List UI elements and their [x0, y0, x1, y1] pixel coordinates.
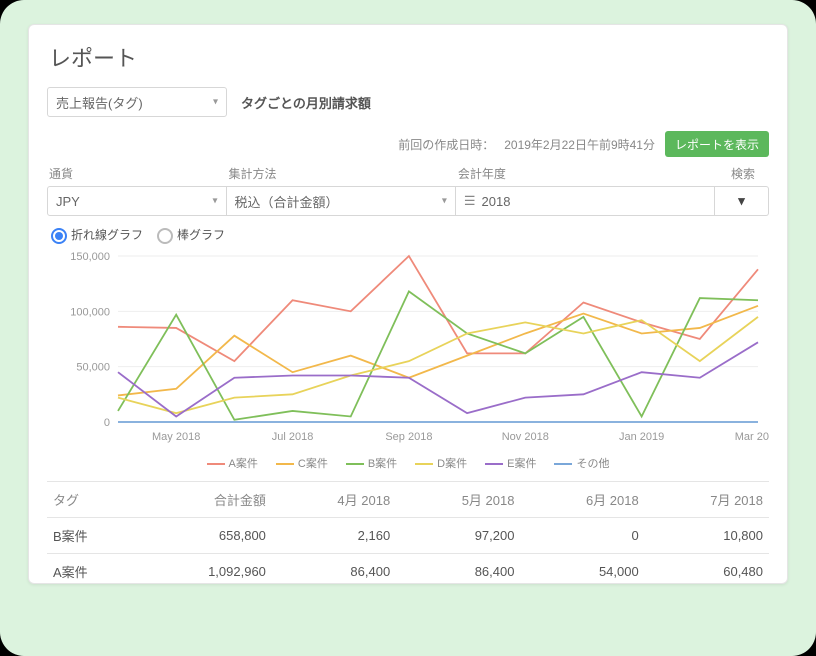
svg-text:May 2018: May 2018	[152, 431, 200, 443]
table-row: B案件658,8002,16097,200010,800	[47, 517, 769, 553]
report-type-select[interactable]: 売上報告(タグ) ▾	[47, 87, 227, 117]
calendar-icon: ☰	[464, 193, 476, 209]
svg-text:Nov 2018: Nov 2018	[502, 431, 549, 443]
line-chart: 0 50,000 100,000 150,000 May 2018 Jul 2018 Sep…	[47, 246, 769, 446]
report-subtitle: タグごとの月別請求額	[241, 93, 371, 112]
show-report-button[interactable]: レポートを表示	[665, 131, 769, 157]
svg-text:Jul 2018: Jul 2018	[272, 431, 314, 443]
line-chart-radio[interactable]: 折れ線グラフ	[51, 226, 143, 244]
legend-item-c: C案件	[276, 455, 328, 471]
table-header-row: タグ 合計金額 4月 2018 5月 2018 6月 2018 7月 2018	[47, 481, 769, 517]
svg-text:Mar 2019: Mar 2019	[735, 431, 769, 443]
fiscal-year-select[interactable]: ☰ 2018	[456, 186, 715, 216]
summary-table: タグ 合計金額 4月 2018 5月 2018 6月 2018 7月 2018 …	[47, 481, 769, 584]
aggregate-label: 集計方法	[227, 165, 456, 182]
svg-text:150,000: 150,000	[70, 251, 110, 263]
legend-item-b: B案件	[346, 455, 397, 471]
chevron-down-icon: ▾	[213, 97, 218, 108]
svg-text:Sep 2018: Sep 2018	[385, 431, 432, 443]
filter-bar: 通貨 JPY ▾ 集計方法 税込（合計金額） ▾ 会計年度 ☰ 2018	[47, 165, 769, 216]
report-type-value: 売上報告(タグ)	[56, 93, 143, 112]
filter-button[interactable]: ▾	[715, 186, 769, 216]
bar-chart-radio[interactable]: 棒グラフ	[157, 226, 225, 244]
report-panel: レポート 売上報告(タグ) ▾ タグごとの月別請求額 前回の作成日時： 2019…	[28, 24, 788, 584]
search-label: 検索	[715, 165, 769, 182]
chevron-down-icon: ▾	[442, 196, 447, 207]
currency-select[interactable]: JPY ▾	[47, 186, 227, 216]
table-row: A案件1,092,96086,40086,40054,00060,480	[47, 553, 769, 584]
fiscal-label: 会計年度	[456, 165, 715, 182]
page-title: レポート	[49, 41, 769, 73]
filter-icon: ▾	[738, 193, 745, 209]
aggregate-select[interactable]: 税込（合計金額） ▾	[227, 186, 456, 216]
last-generated-value: 2019年2月22日午前9時41分	[504, 136, 655, 153]
legend-item-other: その他	[554, 455, 609, 471]
chevron-down-icon: ▾	[212, 196, 217, 207]
svg-text:50,000: 50,000	[76, 361, 110, 373]
svg-text:Jan 2019: Jan 2019	[619, 431, 664, 443]
legend-item-a: A案件	[207, 455, 258, 471]
currency-label: 通貨	[47, 165, 227, 182]
chart-type-toggle: 折れ線グラフ 棒グラフ	[51, 226, 769, 244]
legend-item-d: D案件	[415, 455, 467, 471]
legend-item-e: E案件	[485, 455, 536, 471]
svg-text:100,000: 100,000	[70, 306, 110, 318]
last-generated-label: 前回の作成日時：	[398, 136, 494, 153]
svg-text:0: 0	[104, 417, 110, 429]
chart-legend: A案件 C案件 B案件 D案件 E案件 その他	[47, 455, 769, 471]
